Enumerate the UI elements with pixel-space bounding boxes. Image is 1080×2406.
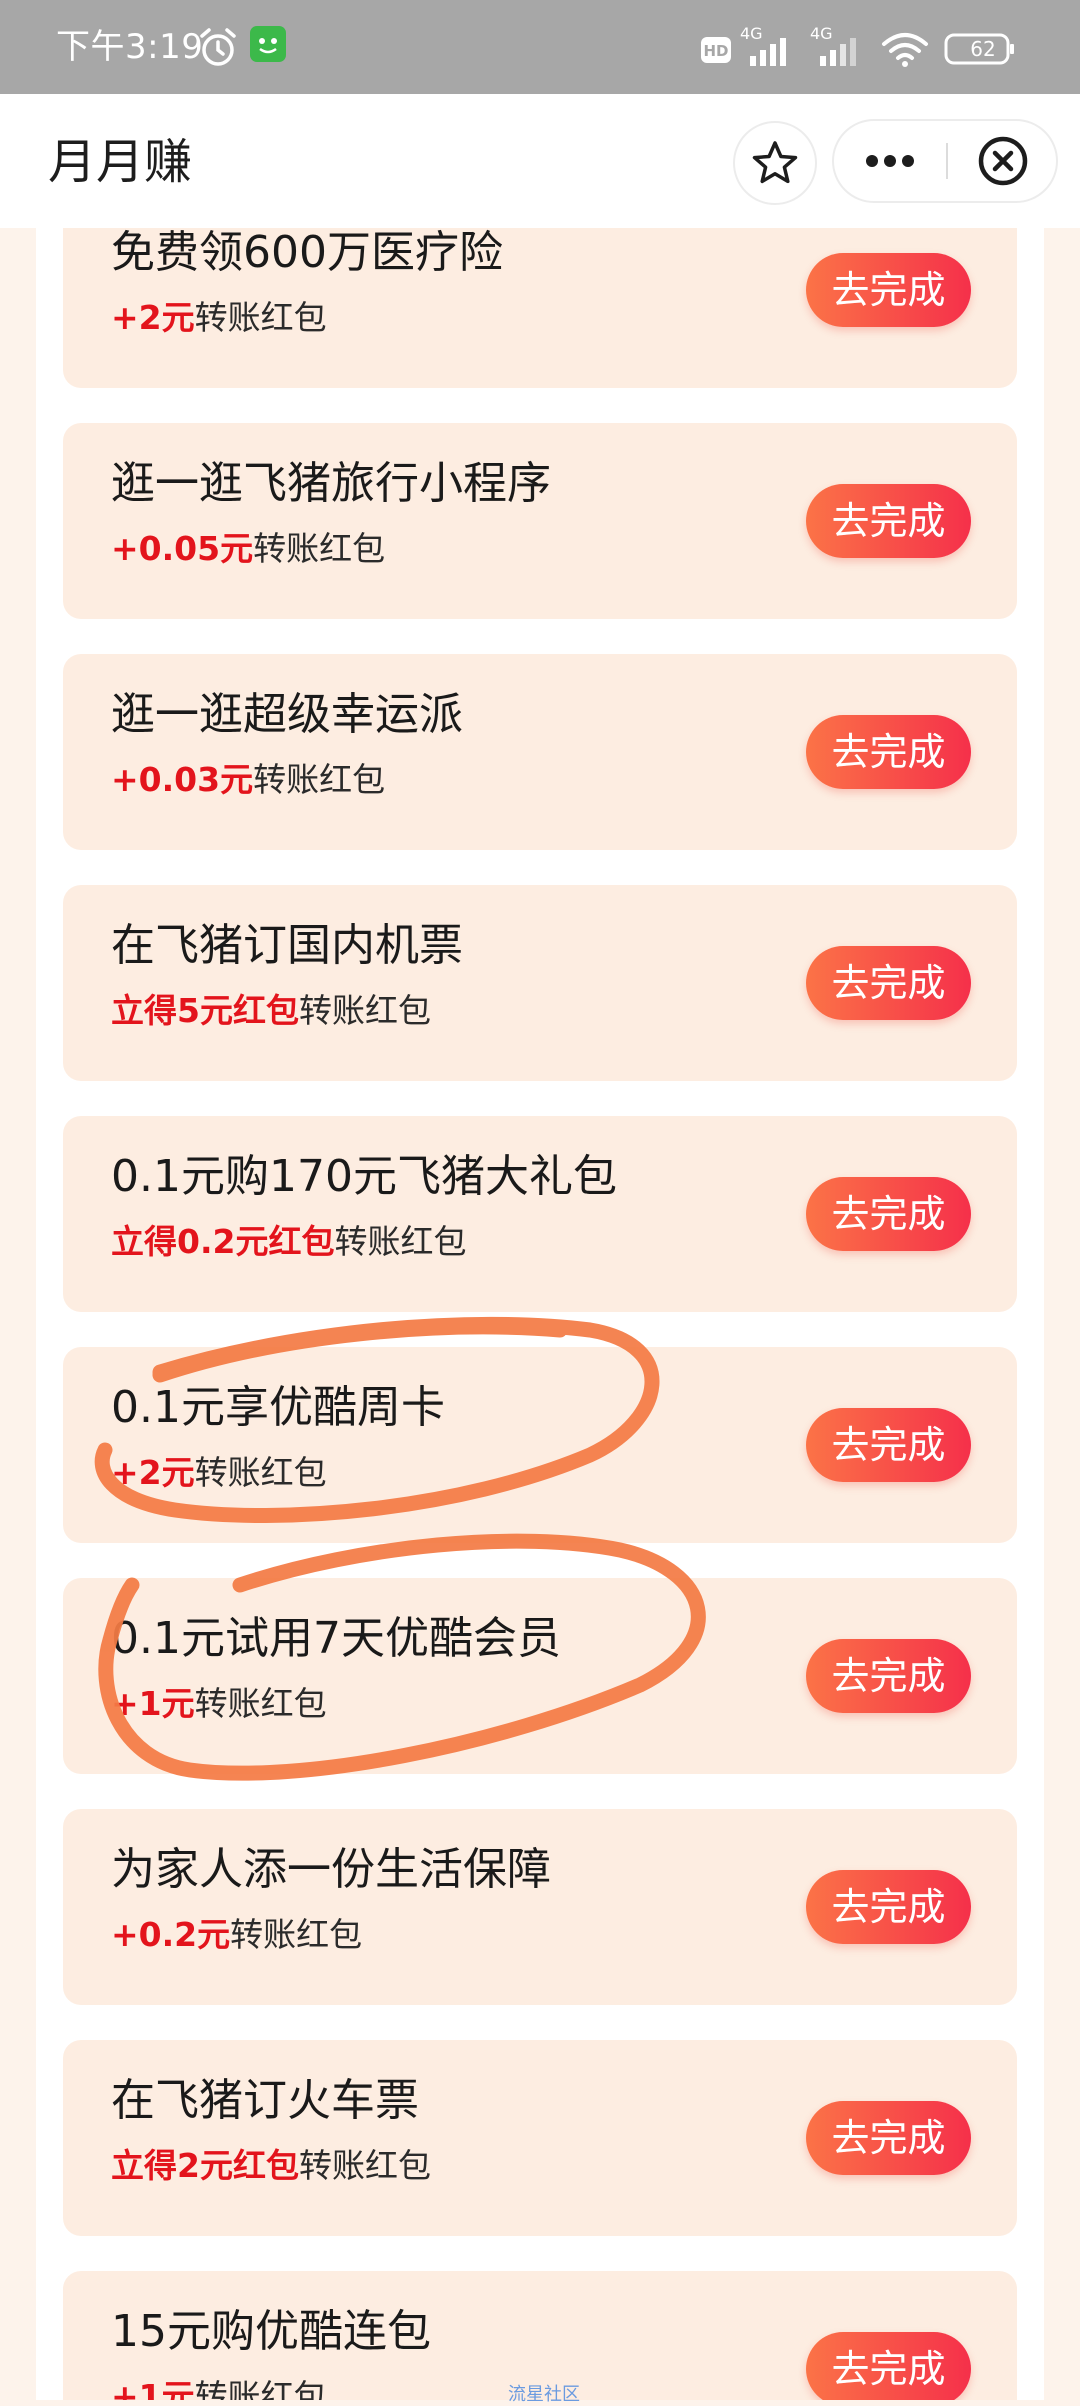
task-card[interactable]: 在飞猪订火车票立得2元红包转账红包 去完成: [63, 2040, 1017, 2236]
task-reward: +2元转账红包: [111, 1451, 327, 1495]
task-title: 0.1元享优酷周卡: [111, 1382, 445, 1433]
task-title: 0.1元购170元飞猪大礼包: [111, 1151, 617, 1202]
task-reward: +1元转账红包: [111, 1682, 327, 1726]
complete-task-button[interactable]: 去完成: [806, 2101, 971, 2175]
complete-task-button[interactable]: 去完成: [806, 1408, 971, 1482]
task-card[interactable]: 为家人添一份生活保障 +0.2元转账红包 去完成: [63, 1809, 1017, 2005]
complete-task-button[interactable]: 去完成: [806, 2332, 971, 2400]
miniprogram-capsule: [832, 119, 1058, 203]
svg-text:HD: HD: [703, 42, 728, 60]
reward-amount: 立得0.2元红包: [111, 1222, 335, 1261]
favorite-button[interactable]: [733, 121, 817, 205]
task-reward: +0.2元转账红包: [111, 1913, 362, 1957]
more-button[interactable]: [834, 121, 946, 201]
complete-task-button[interactable]: 去完成: [806, 1870, 971, 1944]
reward-amount: +0.03元: [111, 760, 254, 799]
reward-type: 转账红包: [298, 2146, 431, 2185]
task-card[interactable]: 免费领600万医疗险 +2元转账红包 去完成: [63, 228, 1017, 388]
task-title: 逛一逛超级幸运派: [111, 689, 463, 740]
signal-icon: [750, 38, 786, 66]
task-card[interactable]: 在飞猪订国内机票立得5元红包转账红包 去完成: [63, 885, 1017, 1081]
battery-level: 62: [970, 37, 996, 61]
status-indicators: HD 4G 4G 62: [700, 24, 1040, 70]
wifi-icon: [882, 33, 928, 67]
task-list: 免费领600万医疗险 +2元转账红包 去完成 逛一逛飞猪旅行小程序 +0.05元转账红包…: [63, 228, 1017, 2400]
reward-amount: +1元: [111, 1684, 195, 1723]
task-title: 在飞猪订火车票: [111, 2075, 419, 2126]
complete-task-button[interactable]: 去完成: [806, 1177, 971, 1251]
task-card[interactable]: 逛一逛超级幸运派 +0.03元转账红包 去完成: [63, 654, 1017, 850]
star-icon: [752, 141, 798, 184]
task-reward: +2元转账红包: [111, 296, 327, 340]
reward-type: 转账红包: [298, 991, 431, 1030]
close-circle-icon: [978, 136, 1028, 186]
complete-task-button[interactable]: 去完成: [806, 946, 971, 1020]
reward-type: 转账红包: [194, 298, 327, 337]
task-title: 0.1元试用7天优酷会员: [111, 1613, 561, 1664]
app-notification-icon: [250, 26, 286, 62]
reward-amount: 立得5元红包: [111, 991, 299, 1030]
reward-amount: 立得2元红包: [111, 2146, 299, 2185]
task-title: 在飞猪订国内机票: [111, 920, 463, 971]
task-title: 为家人添一份生活保障: [111, 1844, 551, 1895]
complete-task-button[interactable]: 去完成: [806, 715, 971, 789]
task-title: 逛一逛飞猪旅行小程序: [111, 458, 551, 509]
reward-amount: +2元: [111, 298, 195, 337]
task-title: 免费领600万医疗险: [111, 228, 503, 278]
reward-type: 转账红包: [194, 1453, 327, 1492]
signal-icon: [820, 38, 856, 66]
page-title: 月月赚: [48, 134, 193, 190]
alarm-icon: [200, 28, 236, 66]
app-header: 月月赚: [0, 94, 1080, 228]
reward-amount: +2元: [111, 1453, 195, 1492]
task-content[interactable]: 免费领600万医疗险 +2元转账红包 去完成 逛一逛飞猪旅行小程序 +0.05元转账红包…: [0, 228, 1080, 2400]
task-card[interactable]: 0.1元享优酷周卡 +2元转账红包 去完成: [63, 1347, 1017, 1543]
reward-type: 转账红包: [194, 2377, 327, 2400]
task-reward: 立得0.2元红包转账红包: [111, 1220, 466, 1264]
task-card[interactable]: 0.1元试用7天优酷会员 +1元转账红包 去完成: [63, 1578, 1017, 1774]
reward-type: 转账红包: [253, 529, 386, 568]
task-title: 15元购优酷连包: [111, 2306, 431, 2357]
reward-type: 转账红包: [334, 1222, 467, 1261]
watermark: 流星社区: [508, 2384, 580, 2405]
more-icon: [866, 155, 914, 167]
task-reward: +0.03元转账红包: [111, 758, 385, 802]
status-time: 下午3:19: [56, 27, 204, 67]
reward-type: 转账红包: [253, 760, 386, 799]
status-bar: 下午3:19 HD 4G 4G 62: [0, 0, 1080, 94]
reward-amount: +0.2元: [111, 1915, 231, 1954]
reward-amount: +0.05元: [111, 529, 254, 568]
task-card[interactable]: 0.1元购170元飞猪大礼包立得0.2元红包转账红包 去完成: [63, 1116, 1017, 1312]
reward-amount: +1元: [111, 2377, 195, 2400]
hd-icon: HD: [701, 37, 731, 63]
reward-type: 转账红包: [230, 1915, 363, 1954]
close-button[interactable]: [948, 121, 1058, 201]
reward-type: 转账红包: [194, 1684, 327, 1723]
task-reward: +1元转账红包: [111, 2375, 327, 2400]
complete-task-button[interactable]: 去完成: [806, 484, 971, 558]
complete-task-button[interactable]: 去完成: [806, 1639, 971, 1713]
complete-task-button[interactable]: 去完成: [806, 253, 971, 327]
task-reward: 立得2元红包转账红包: [111, 2144, 431, 2188]
task-reward: +0.05元转账红包: [111, 527, 385, 571]
task-reward: 立得5元红包转账红包: [111, 989, 431, 1033]
task-card[interactable]: 逛一逛飞猪旅行小程序 +0.05元转账红包 去完成: [63, 423, 1017, 619]
